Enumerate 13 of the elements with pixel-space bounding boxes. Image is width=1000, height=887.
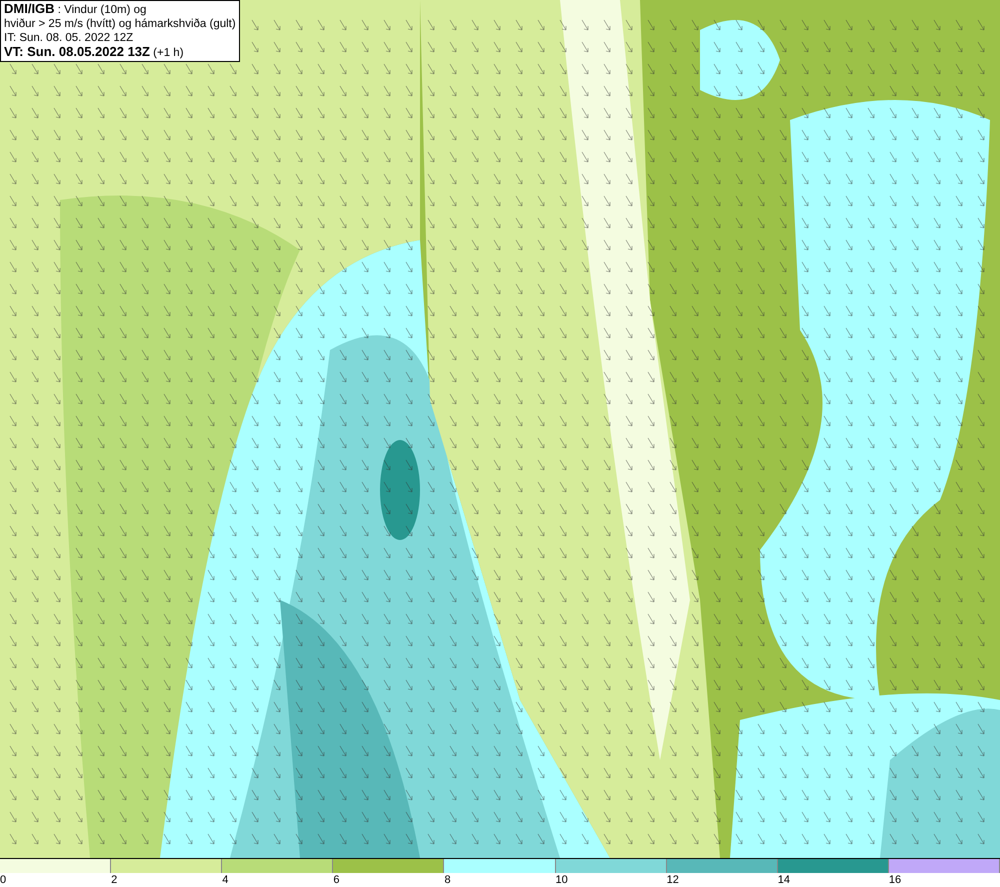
legend-tick-label: 0 (0, 873, 6, 887)
legend-tick-label: 4 (222, 873, 228, 887)
legend-tick-label: 16 (888, 873, 902, 887)
header-line: IT: Sun. 08. 05. 2022 12Z (4, 31, 134, 45)
legend-tick-label: 6 (333, 873, 340, 887)
legend-tick-label: 2 (111, 873, 118, 887)
header-line: hviður > 25 m/s (hvítt) og hámarkshviða (gult) (4, 17, 236, 31)
header-line: DMI/IGB : Vindur (10m) og (4, 2, 148, 17)
legend-tick-label: 12 (666, 873, 679, 887)
legend-tick-label: 14 (778, 873, 790, 887)
header-line: VT: Sun. 08.05.2022 13Z (+1 h) (4, 45, 185, 60)
legend-tick-label: 10 (556, 873, 568, 887)
legend-tick-label: 8 (444, 873, 451, 887)
